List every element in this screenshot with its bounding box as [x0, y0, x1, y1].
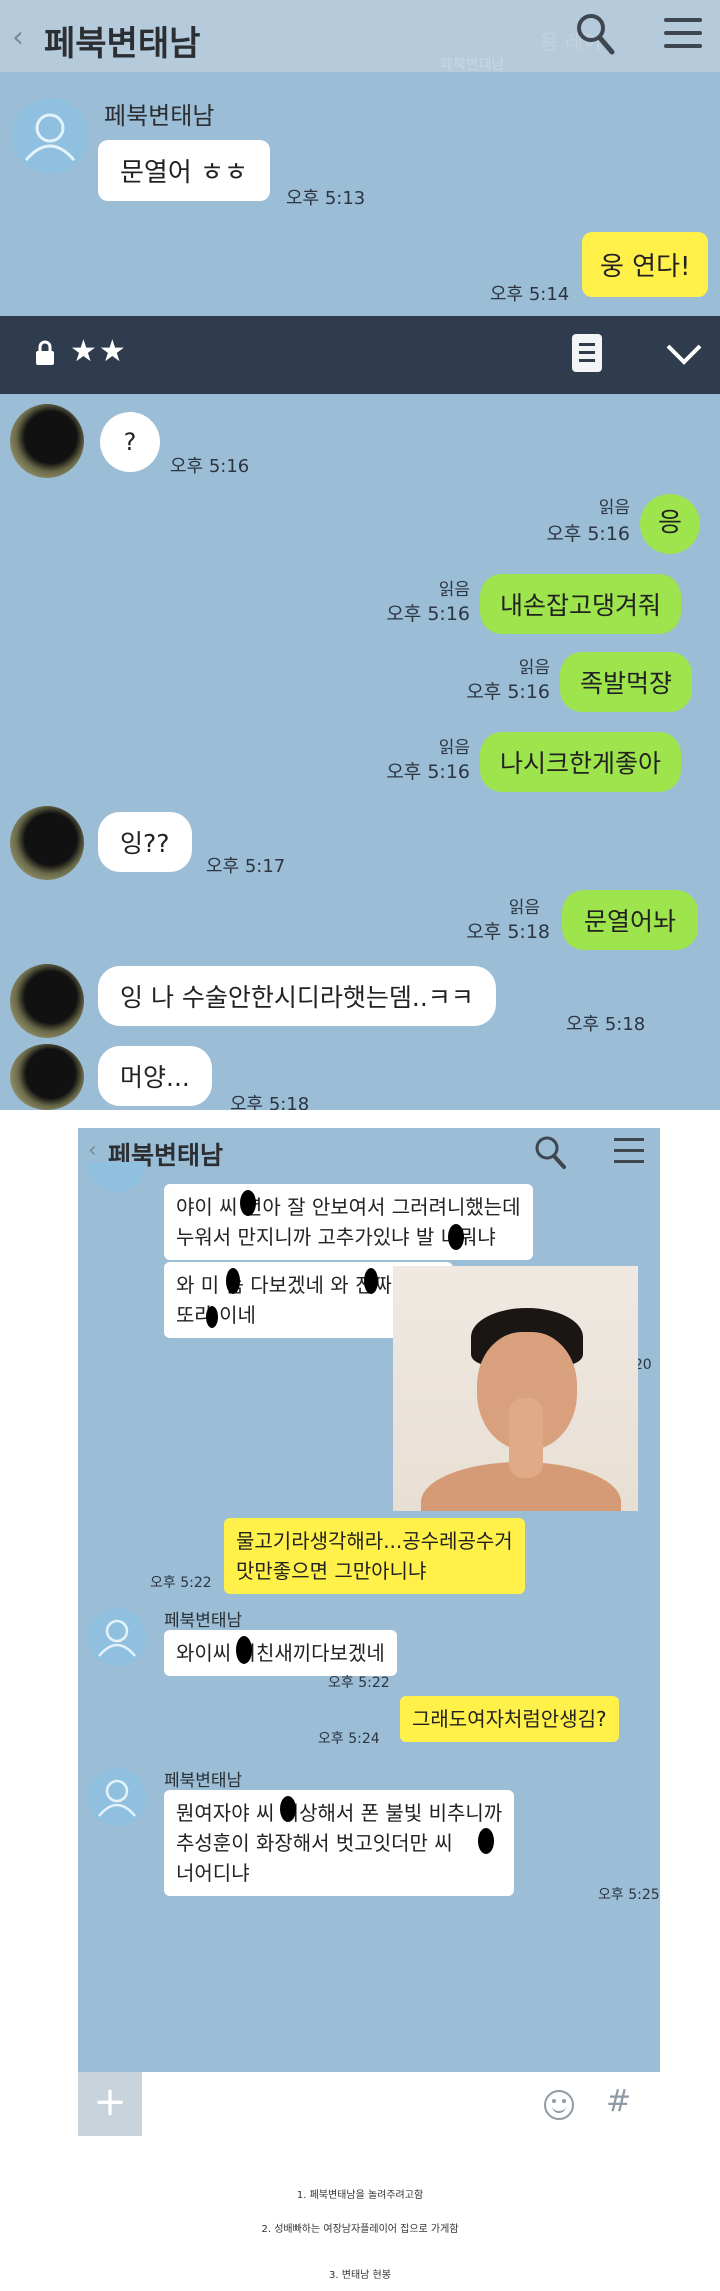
- message-time: 오후 5:16: [386, 761, 470, 783]
- message-time: 오후 5:25: [598, 1887, 660, 1903]
- read-receipt: 읽음: [598, 498, 630, 518]
- sender-name: 페북변태남: [164, 1771, 243, 1791]
- message-line: 맛만좋으면 그만아니냐: [236, 1559, 427, 1583]
- message-bubble[interactable]: 잉 나 수술안한시디라햇는뎀..ㅋㅋ: [98, 966, 496, 1026]
- avatar[interactable]: [10, 1044, 84, 1110]
- redaction-mark: [364, 1268, 378, 1294]
- faded-sender-label: 페북변태남: [440, 57, 505, 73]
- message-bubble[interactable]: 문열어 ㅎㅎ: [98, 140, 270, 201]
- message-time: 오후 5:18: [230, 1094, 310, 1110]
- avatar[interactable]: [12, 98, 88, 174]
- message-line: 누워서 만지니까 고추가있냐 발 너뭐냐: [176, 1225, 496, 1249]
- message-line: 야이 씨 년아 잘 안보여서 그러려니했는데: [176, 1195, 521, 1219]
- chat-room-stars: ★★: [70, 334, 128, 369]
- message-bubble[interactable]: 문열어놔: [562, 890, 699, 950]
- message-time: 오후 5:17: [206, 856, 286, 877]
- search-icon[interactable]: [533, 1134, 567, 1170]
- person-icon: [98, 1619, 136, 1657]
- chat-header: ‹ 페북변태남: [78, 1128, 660, 1176]
- redaction-mark: [206, 1306, 218, 1328]
- message-bubble[interactable]: 응: [640, 494, 700, 554]
- lock-icon: [36, 340, 54, 365]
- photo-attachment[interactable]: [393, 1266, 638, 1511]
- chevron-left-icon[interactable]: ‹: [12, 20, 24, 55]
- avatar[interactable]: [10, 404, 84, 478]
- person-icon: [98, 1779, 136, 1817]
- plus-icon[interactable]: +: [78, 2072, 142, 2136]
- chevron-down-icon[interactable]: [664, 340, 704, 368]
- chat-screenshot-1: ‹ 페북변태남 용 레이 페북변태남 페북변태남 문열어 ㅎㅎ 오후 5:13 …: [0, 0, 720, 1110]
- message-bubble[interactable]: 뭔여자야 씨 이상해서 폰 불빛 비추니까 추성훈이 화장해서 벗고잇더만 씨 …: [164, 1790, 515, 1896]
- notice-icon[interactable]: [572, 334, 602, 372]
- message-bubble[interactable]: ?: [100, 412, 160, 472]
- message-bubble[interactable]: 와이씨 미친새끼다보겠네: [164, 1630, 397, 1676]
- message-bubble[interactable]: 내손잡고댕겨줘: [480, 574, 682, 634]
- message-time: 오후 5:22: [328, 1675, 390, 1691]
- redaction-mark: [236, 1636, 252, 1664]
- caption: 2. 성배빠하는 여장남자플레이어 집으로 가게함: [261, 2224, 459, 2235]
- chat-header: ‹ 페북변태남 용 레이 페북변태남: [0, 0, 720, 73]
- chat-screenshot-2: ‹ 페북변태남 야이 씨 년아 잘 안보여서 그러려니했는데 누워서 만지니까 …: [78, 1128, 660, 2136]
- message-line: 뭔여자야 씨 이상해서 폰 불빛 비추니까: [176, 1801, 503, 1825]
- sender-name: 페북변태남: [164, 1611, 243, 1631]
- read-receipt: 읽음: [508, 898, 540, 918]
- avatar[interactable]: [88, 1768, 146, 1826]
- message-time: 오후 5:18: [466, 921, 550, 943]
- avatar[interactable]: [88, 1608, 146, 1666]
- hash-icon[interactable]: #: [606, 2084, 631, 2119]
- message-time: 오후 5:16: [546, 523, 630, 545]
- message-input-bar: + #: [78, 2072, 660, 2136]
- message-bubble[interactable]: 물고기라생각해라...공수레공수거 맛만좋으면 그만아니냐: [224, 1518, 525, 1594]
- message-time: 오후 5:22: [150, 1575, 212, 1591]
- redaction-mark: [226, 1268, 240, 1294]
- person-icon: [24, 113, 76, 161]
- message-bubble[interactable]: 그래도여자처럼안생김?: [400, 1696, 619, 1742]
- emoji-icon[interactable]: [544, 2090, 574, 2120]
- message-line: 물고기라생각해라...공수레공수거: [236, 1529, 513, 1553]
- message-time: 오후 5:16: [170, 456, 250, 477]
- message-time: 오후 5:13: [286, 188, 366, 209]
- redaction-mark: [280, 1796, 296, 1822]
- search-icon[interactable]: [575, 12, 615, 56]
- caption: 1. 페북변태남을 놀려주려고함: [296, 2190, 424, 2201]
- avatar[interactable]: [10, 806, 84, 880]
- chevron-left-icon[interactable]: ‹: [88, 1138, 97, 1163]
- message-time: 오후 5:16: [386, 603, 470, 625]
- message-line: 와이씨 미친새끼다보겠네: [176, 1641, 385, 1665]
- message-bubble[interactable]: 야이 씨 년아 잘 안보여서 그러려니했는데 누워서 만지니까 고추가있냐 발 …: [164, 1184, 533, 1260]
- notice-bar: ★★: [0, 316, 720, 394]
- redaction-mark: [240, 1190, 256, 1216]
- sender-name: 페북변태남: [104, 102, 215, 130]
- message-line: 너어디냐: [176, 1861, 250, 1885]
- message-bubble[interactable]: 웅 연다!: [582, 232, 709, 297]
- read-receipt: 읽음: [438, 738, 470, 758]
- message-time: 오후 5:14: [490, 284, 570, 305]
- menu-icon[interactable]: [614, 1138, 644, 1164]
- message-line: 그래도여자처럼안생김?: [412, 1707, 607, 1731]
- menu-icon[interactable]: [664, 18, 702, 52]
- message-bubble[interactable]: 족발먹쟝: [560, 652, 693, 712]
- avatar[interactable]: [10, 964, 84, 1038]
- message-line: 추성훈이 화장해서 벗고잇더만 씨: [176, 1831, 453, 1855]
- read-receipt: 읽음: [518, 658, 550, 678]
- chat-title: 페북변태남: [44, 24, 201, 64]
- avatar[interactable]: [88, 1162, 146, 1192]
- message-bubble[interactable]: 나시크한게좋아: [480, 732, 682, 792]
- redaction-mark: [448, 1224, 464, 1250]
- message-time: 오후 5:16: [466, 681, 550, 703]
- redaction-mark: [478, 1828, 494, 1854]
- message-bubble[interactable]: 머양...: [98, 1046, 212, 1106]
- message-bubble[interactable]: 잉??: [98, 812, 192, 872]
- caption: 3. 변태남 현봉: [329, 2270, 391, 2281]
- message-time: 오후 5:18: [566, 1014, 646, 1035]
- message-time: 오후 5:24: [318, 1731, 380, 1747]
- read-receipt: 읽음: [438, 580, 470, 600]
